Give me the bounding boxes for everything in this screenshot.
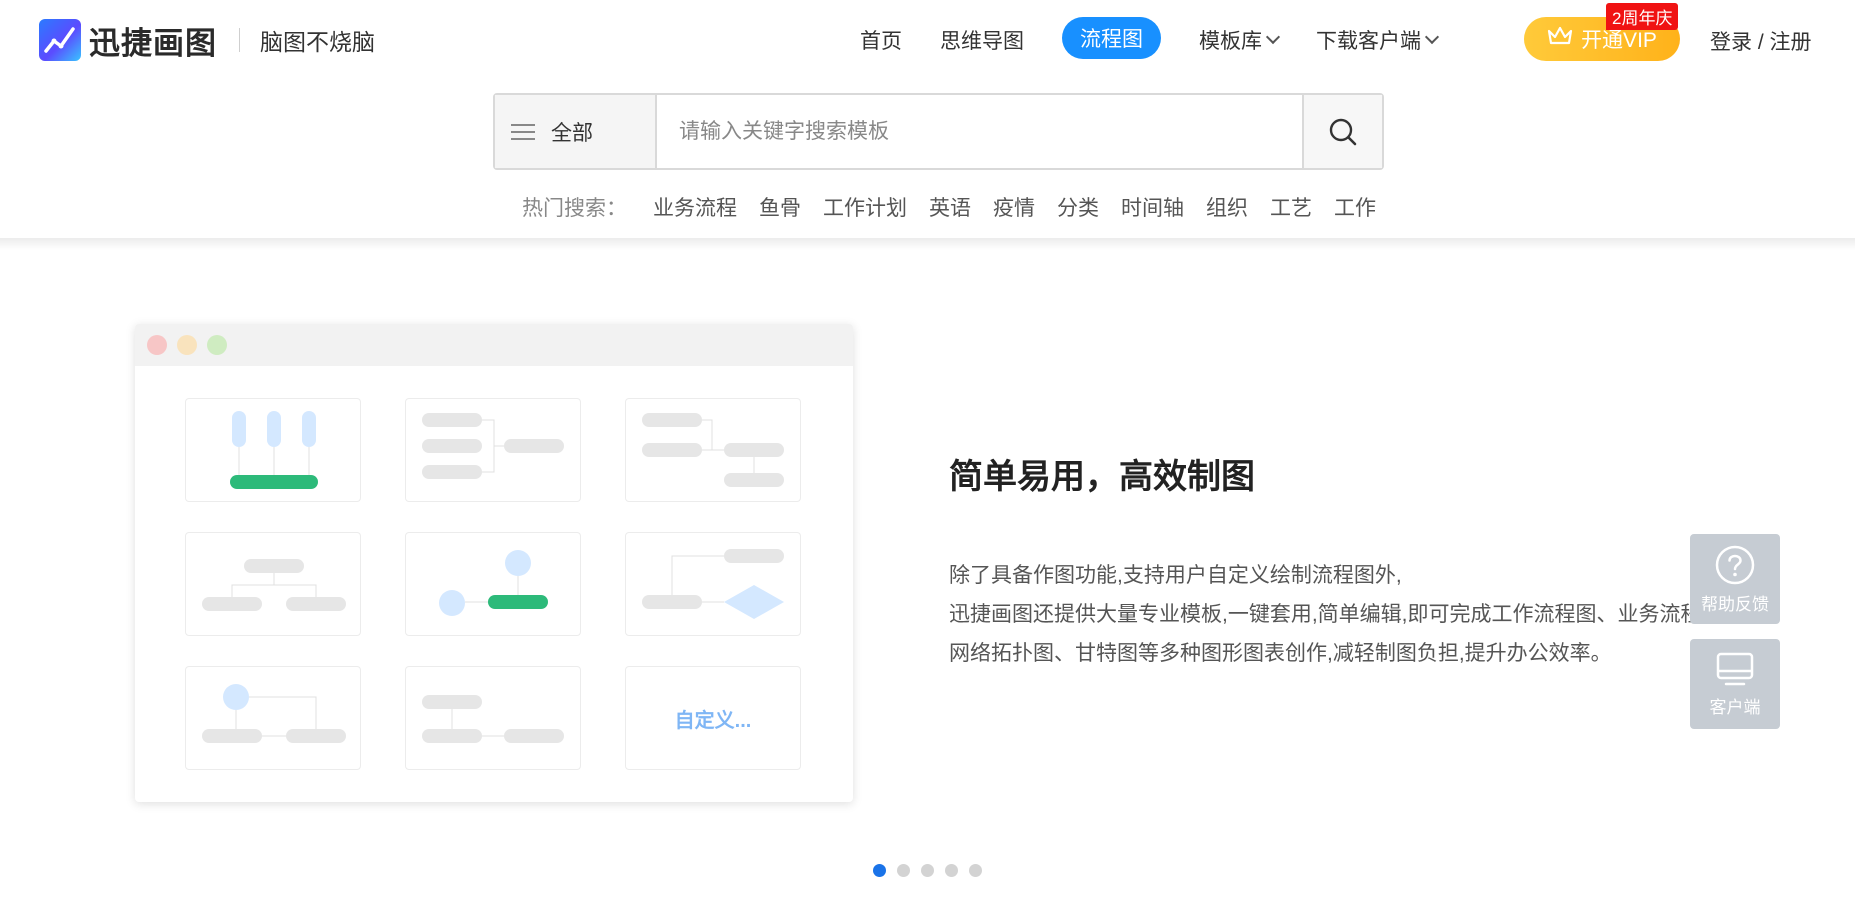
carousel-dot[interactable] [873,864,886,877]
hot-search-item[interactable]: 工艺 [1270,192,1312,222]
banner-desc-line: 迅捷画图还提供大量专业模板,一键套用,简单编辑,即可完成工作流程图、业务流程图、 [949,603,1744,626]
chevron-down-icon [1424,29,1440,45]
nav-templates[interactable]: 模板库 [1199,25,1281,55]
carousel-dot[interactable] [969,864,982,877]
search-input[interactable] [657,95,1302,168]
nav-mindmap[interactable]: 思维导图 [940,25,1024,55]
hot-search-item[interactable]: 组织 [1206,192,1248,222]
template-preview-window: 自定义... [135,324,853,802]
brand-slogan: 脑图不烧脑 [260,29,375,55]
banner-desc-line: 网络拓扑图、甘特图等多种图形图表创作,减轻制图负担,提升办公效率。 [949,642,1612,665]
window-dot-maximize [207,335,227,355]
search-category-label: 全部 [551,121,593,145]
help-feedback-label: 帮助反馈 [1701,594,1769,614]
logo-divider [239,28,240,52]
nav-home[interactable]: 首页 [860,25,902,55]
custom-card-label: 自定义... [674,709,752,732]
menu-icon [511,123,535,140]
anniversary-badge: 2周年庆 [1606,3,1679,30]
hot-search-item[interactable]: 工作 [1334,192,1376,222]
template-card-branch [625,398,801,502]
search-category-select[interactable]: 全部 [495,95,657,168]
template-card-node [405,532,581,636]
nav-download-client[interactable]: 下载客户端 [1316,25,1440,55]
search-button[interactable] [1302,95,1382,168]
chevron-down-icon [1265,29,1281,45]
hot-searches-label: 热门搜索： [522,197,627,220]
banner-description: 除了具备作图功能,支持用户自定义绘制流程图外, 迅捷画图还提供大量专业模板,一键… [949,556,1744,673]
nav-templates-label: 模板库 [1199,30,1262,53]
template-card-org [185,532,361,636]
hot-searches: 热门搜索： 业务流程 鱼骨 工作计划 英语 疫情 分类 时间轴 组织 工艺 工作 [522,192,1398,222]
nav-flowchart-label: 流程图 [1080,28,1143,51]
hot-search-item[interactable]: 鱼骨 [759,192,801,222]
template-card-process [405,666,581,770]
carousel-dot[interactable] [921,864,934,877]
main-nav: 首页 思维导图 流程图 模板库 下载客户端 [860,17,1475,62]
banner-desc-line: 除了具备作图功能,支持用户自定义绘制流程图外, [949,564,1402,587]
hot-search-item[interactable]: 英语 [929,192,971,222]
hot-search-item[interactable]: 分类 [1057,192,1099,222]
hot-search-item[interactable]: 疫情 [993,192,1035,222]
nav-flowchart[interactable]: 流程图 [1062,17,1161,59]
window-dot-close [147,335,167,355]
crown-icon [1547,26,1573,52]
carousel-dot[interactable] [945,864,958,877]
hot-search-item[interactable]: 工作计划 [823,192,907,222]
template-card-flow [185,666,361,770]
nav-download-label: 下载客户端 [1316,30,1421,53]
help-icon [1715,545,1755,584]
client-label: 客户端 [1709,697,1761,717]
carousel-pagination [873,864,993,877]
template-search-bar: 全部 [493,93,1384,170]
template-card-custom: 自定义... [625,666,801,770]
window-titlebar [135,324,853,366]
nav-home-label: 首页 [860,30,902,53]
client-download-button[interactable]: 客户端 [1690,639,1780,729]
template-card-list [405,398,581,502]
logo-icon [39,19,81,61]
carousel-dot[interactable] [897,864,910,877]
search-icon [1329,118,1357,145]
brand-logo[interactable]: 迅捷画图 脑图不烧脑 [39,19,375,61]
nav-mindmap-label: 思维导图 [940,30,1024,53]
help-feedback-button[interactable]: 帮助反馈 [1690,534,1780,624]
header-divider [0,238,1855,250]
brand-name: 迅捷画图 [89,25,217,61]
template-card-tree [185,398,361,502]
banner-title: 简单易用，高效制图 [949,458,1255,496]
hot-search-item[interactable]: 业务流程 [653,192,737,222]
login-register-link[interactable]: 登录 / 注册 [1710,26,1812,56]
template-card-decision [625,532,801,636]
top-navigation: 迅捷画图 脑图不烧脑 首页 思维导图 流程图 模板库 下载客户端 开通VIP 2… [0,0,1855,220]
monitor-icon [1716,652,1754,685]
window-dot-minimize [177,335,197,355]
hot-search-item[interactable]: 时间轴 [1121,192,1184,222]
